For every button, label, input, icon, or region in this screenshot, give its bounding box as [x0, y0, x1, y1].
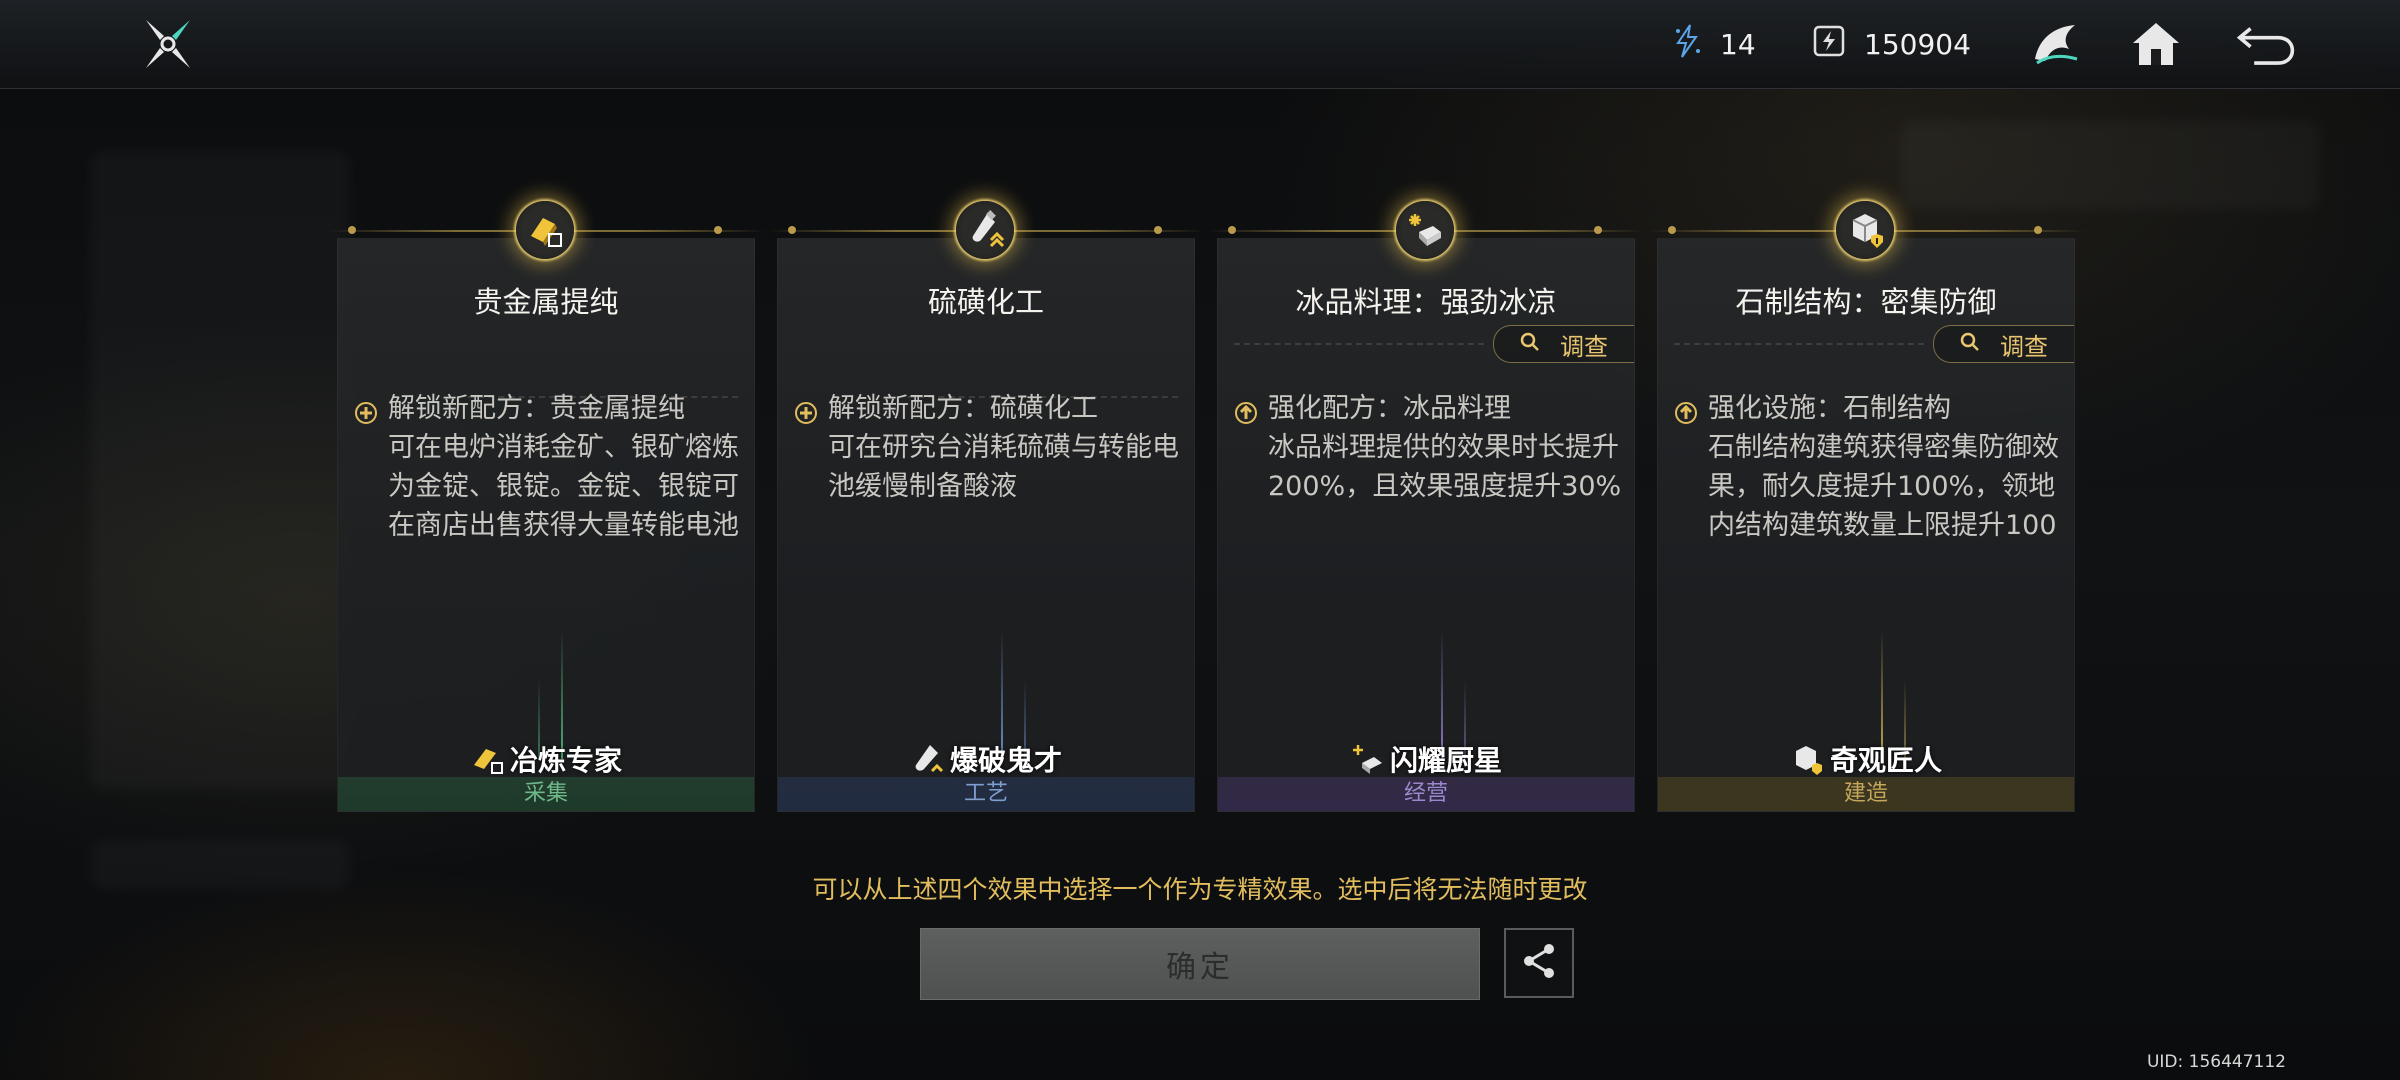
card-title: 冰品料理：强劲冰凉	[1295, 285, 1557, 319]
plus-circle-icon	[794, 397, 818, 424]
description-body: 石制结构建筑获得密集防御效果，耐久度提升100%，领地内结构建筑数量上限提升10…	[1708, 432, 2059, 541]
specialist-name: 冶炼专家	[509, 744, 622, 777]
card-dot	[714, 226, 722, 234]
home-icon[interactable]	[2126, 14, 2186, 74]
card-dot	[2034, 226, 2042, 234]
card-description: 解锁新配方：硫磺化工 可在研究台消耗硫磺与转能电池缓慢制备酸液	[794, 389, 1184, 506]
selection-hint: 可以从上述四个效果中选择一个作为专精效果。选中后将无法随时更改	[812, 875, 1588, 904]
category-label: 采集	[338, 777, 754, 811]
specialist-label: 闪耀厨星	[1218, 739, 1634, 779]
currency-value: 150904	[1864, 27, 1971, 61]
confirm-button[interactable]: 确定	[920, 928, 1480, 1000]
card-title: 贵金属提纯	[473, 285, 619, 319]
gold-ingot-icon	[516, 201, 574, 259]
specialist-label: 冶炼专家	[338, 739, 754, 779]
ice-dessert-icon	[1396, 201, 1454, 259]
logo-icon	[140, 16, 196, 72]
investigate-label: 调查	[2000, 332, 2048, 361]
specialist-label: 爆破鬼才	[778, 739, 1194, 779]
share-icon	[1519, 941, 1559, 985]
stone-structure-icon	[1836, 201, 1894, 259]
description-head: 强化设施：石制结构	[1708, 393, 1951, 424]
currency-counter[interactable]: 150904	[1812, 24, 1971, 64]
description-body: 可在研究台消耗硫磺与转能电池缓慢制备酸液	[828, 432, 1179, 502]
card-description: 强化配方：冰品料理 冰品料理提供的效果时长提升200%，且效果强度提升30%	[1234, 389, 1624, 506]
stone-structure-icon	[1790, 741, 1826, 777]
energy-icon	[1672, 23, 1702, 66]
specialist-label: 奇观匠人	[1658, 739, 2074, 779]
category-label: 建造	[1658, 777, 2074, 811]
uid-label: UID: 156447112	[2146, 1052, 2286, 1072]
background-panel	[1900, 120, 2320, 210]
effect-card-4[interactable]: 石制结构：密集防御 调查 强化设施：石制结构 石制结构建筑获得密集防御效果，耐久…	[1648, 201, 2084, 812]
card-description: 解锁新配方：贵金属提纯 可在电炉消耗金矿、银矿熔炼为金锭、银锭。金锭、银锭可在商…	[354, 389, 744, 545]
up-arrow-circle-icon	[1234, 397, 1258, 424]
search-icon	[1520, 330, 1540, 358]
description-head: 强化配方：冰品料理	[1268, 393, 1511, 424]
card-title: 硫磺化工	[927, 285, 1044, 319]
explosive-bottle-icon	[956, 201, 1014, 259]
description-body: 可在电炉消耗金矿、银矿熔炼为金锭、银锭。金锭、银锭可在商店出售获得大量转能电池	[388, 432, 739, 541]
card-dot	[1668, 226, 1676, 234]
investigate-button[interactable]: 调查	[1933, 325, 2074, 363]
energy-value: 14	[1720, 27, 1756, 61]
effect-card-3[interactable]: 冰品料理：强劲冰凉 调查 强化配方：冰品料理 冰品料理提供的效果时长提升200%…	[1208, 201, 1644, 812]
card-dot	[1154, 226, 1162, 234]
card-dot	[788, 226, 796, 234]
share-button[interactable]	[1504, 928, 1574, 998]
card-dot	[348, 226, 356, 234]
plus-circle-icon	[354, 397, 378, 424]
description-head: 解锁新配方：贵金属提纯	[388, 393, 685, 424]
card-divider	[1234, 343, 1484, 345]
investigate-label: 调查	[1560, 332, 1608, 361]
explosive-bottle-icon	[910, 741, 946, 777]
ice-dessert-icon	[1350, 741, 1386, 777]
category-label: 经营	[1218, 777, 1634, 811]
gold-ingot-icon	[470, 741, 506, 777]
specialist-name: 闪耀厨星	[1389, 744, 1502, 777]
description-body: 冰品料理提供的效果时长提升200%，且效果强度提升30%	[1268, 432, 1622, 502]
card-divider	[1674, 343, 1924, 345]
card-dot	[1228, 226, 1236, 234]
energy-counter[interactable]: 14	[1672, 23, 1756, 66]
specialist-name: 爆破鬼才	[949, 744, 1062, 777]
effect-card-1[interactable]: 贵金属提纯 解锁新配方：贵金属提纯 可在电炉消耗金矿、银矿熔炼为金锭、银锭。金锭…	[328, 201, 764, 812]
currency-icon	[1812, 24, 1846, 65]
back-icon[interactable]	[2236, 14, 2296, 74]
background-panel	[90, 150, 350, 790]
card-dot	[1594, 226, 1602, 234]
specialist-name: 奇观匠人	[1829, 744, 1942, 777]
emblem-icon[interactable]	[2026, 14, 2086, 74]
category-label: 工艺	[778, 777, 1194, 811]
card-title: 石制结构：密集防御	[1735, 285, 1997, 319]
effect-card-2[interactable]: 硫磺化工 解锁新配方：硫磺化工 可在研究台消耗硫磺与转能电池缓慢制备酸液 爆破鬼…	[768, 201, 1204, 812]
card-description: 强化设施：石制结构 石制结构建筑获得密集防御效果，耐久度提升100%，领地内结构…	[1674, 389, 2064, 545]
top-bar: 14 150904	[0, 0, 2400, 89]
description-head: 解锁新配方：硫磺化工	[828, 393, 1098, 424]
investigate-button[interactable]: 调查	[1493, 325, 1634, 363]
up-arrow-circle-icon	[1674, 397, 1698, 424]
search-icon	[1960, 330, 1980, 358]
